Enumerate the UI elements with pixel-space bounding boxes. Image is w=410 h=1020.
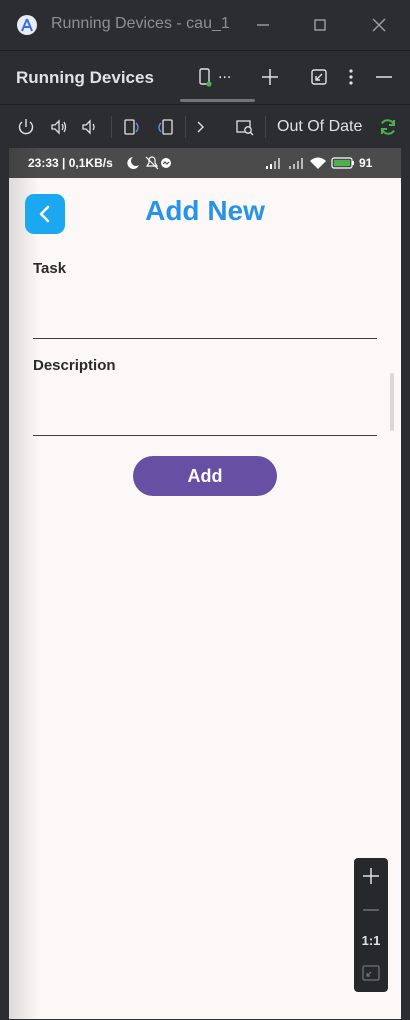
device-screen[interactable]: 23:33 | 0,1KB/s 91 Add New Task Descript… xyxy=(9,148,401,1019)
restore-icon[interactable] xyxy=(309,67,329,87)
battery-level: 91 xyxy=(359,156,373,170)
volume-up-icon[interactable] xyxy=(49,117,69,137)
toolbar-separator xyxy=(111,116,112,138)
device-toolbar: Out Of Date xyxy=(0,104,410,148)
description-input[interactable] xyxy=(33,395,377,436)
page-title: Add New xyxy=(145,195,265,226)
zoom-out-icon xyxy=(363,909,379,911)
zoom-controls: 1:1 xyxy=(354,858,388,992)
status-bar-time: 23:33 | 0,1KB/s xyxy=(28,156,113,170)
window-titlebar: Running Devices - cau_1 xyxy=(0,0,410,51)
android-studio-logo-icon xyxy=(17,15,37,35)
tool-window-header: Running Devices ... xyxy=(0,51,410,103)
toolbar-separator xyxy=(265,116,266,138)
toolbar-separator xyxy=(185,116,186,138)
add-button[interactable]: Add xyxy=(133,456,277,496)
rotate-left-icon[interactable] xyxy=(122,117,142,137)
tool-window-title: Running Devices xyxy=(16,68,154,87)
scrollbar-thumb[interactable] xyxy=(390,373,394,431)
android-status-bar: 23:33 | 0,1KB/s 91 xyxy=(9,148,401,178)
power-icon[interactable] xyxy=(16,117,36,137)
task-label: Task xyxy=(33,260,67,277)
active-tab-indicator xyxy=(180,99,255,102)
minimize-icon[interactable] xyxy=(252,14,274,36)
task-input[interactable] xyxy=(33,298,377,339)
screenshot-icon[interactable] xyxy=(235,117,255,137)
zoom-in-button[interactable] xyxy=(354,860,388,890)
zoom-fit-button[interactable] xyxy=(354,958,388,988)
close-icon[interactable] xyxy=(368,14,390,36)
rotate-right-icon[interactable] xyxy=(155,117,175,137)
status-notification-icons xyxy=(127,156,171,170)
device-tab-label[interactable]: ... xyxy=(218,65,231,83)
volume-down-icon[interactable] xyxy=(80,117,100,137)
hide-icon[interactable] xyxy=(374,67,394,87)
more-chevron-icon[interactable] xyxy=(191,117,211,137)
more-icon[interactable] xyxy=(341,67,361,87)
description-label: Description xyxy=(33,357,116,374)
zoom-in-icon xyxy=(363,868,379,884)
status-signal-icons xyxy=(266,157,354,169)
zoom-actual-size-button[interactable]: 1:1 xyxy=(354,926,388,956)
refresh-icon[interactable] xyxy=(378,117,398,137)
fit-screen-icon xyxy=(362,965,380,981)
maximize-icon[interactable] xyxy=(309,14,331,36)
emulator-status-text: Out Of Date xyxy=(277,118,363,135)
device-phone-icon[interactable] xyxy=(197,68,213,88)
window-title: Running Devices - cau_1 xyxy=(51,15,230,32)
add-icon[interactable] xyxy=(260,67,280,87)
zoom-out-button[interactable] xyxy=(354,894,388,924)
device-edge-shadow xyxy=(9,148,39,1019)
